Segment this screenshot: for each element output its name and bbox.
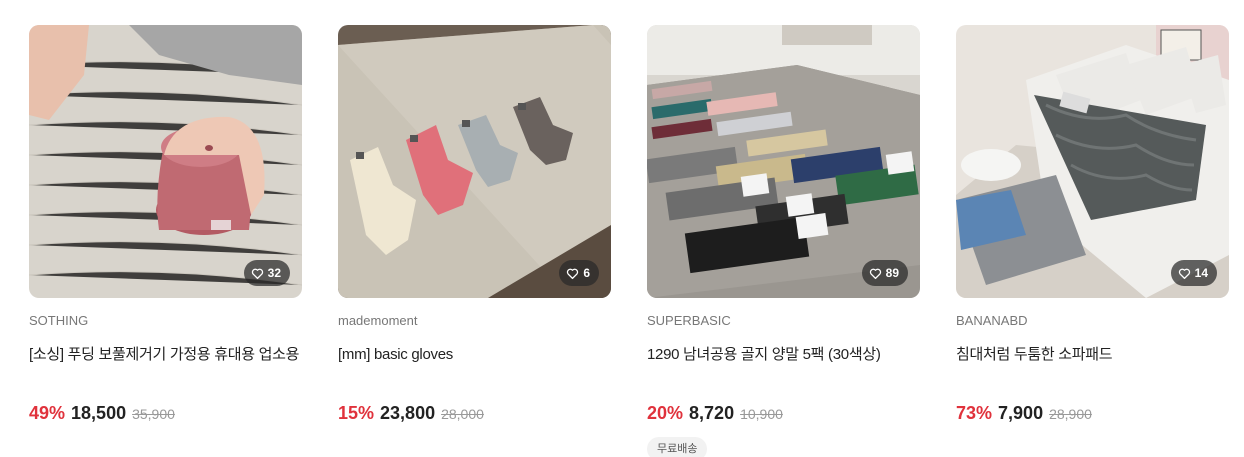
discount-rate: 73% bbox=[956, 403, 993, 423]
product-card[interactable]: 32 SOTHING [소싱] 푸딩 보풀제거기 가정용 휴대용 업소용 49%… bbox=[29, 25, 302, 425]
like-button[interactable]: 6 bbox=[559, 260, 599, 286]
product-image-sofa-pad[interactable]: 14 bbox=[956, 25, 1229, 298]
brand-name[interactable]: mademoment bbox=[338, 313, 611, 329]
heart-outline-icon bbox=[869, 268, 881, 279]
like-button[interactable]: 32 bbox=[243, 260, 290, 286]
product-image-socks[interactable]: 89 bbox=[647, 25, 920, 298]
sale-price: 8,720 bbox=[689, 403, 735, 423]
like-count: 89 bbox=[885, 266, 899, 280]
product-title[interactable]: 1290 남녀공용 골지 양말 5팩 (30색상) bbox=[647, 345, 920, 365]
discount-rate: 15% bbox=[338, 403, 375, 423]
product-image-gloves[interactable]: 6 bbox=[338, 25, 611, 298]
like-button[interactable]: 89 bbox=[861, 260, 908, 286]
brand-name[interactable]: SOTHING bbox=[29, 313, 302, 329]
heart-outline-icon bbox=[251, 268, 263, 279]
like-count: 14 bbox=[1194, 266, 1208, 280]
product-photo bbox=[29, 25, 302, 298]
product-card[interactable]: 6 mademoment [mm] basic gloves 15% 23,80… bbox=[338, 25, 611, 425]
discount-rate: 49% bbox=[29, 403, 66, 423]
product-title[interactable]: [소싱] 푸딩 보풀제거기 가정용 휴대용 업소용 bbox=[29, 345, 302, 365]
free-shipping-badge: 무료배송 bbox=[647, 437, 708, 457]
product-grid: 32 SOTHING [소싱] 푸딩 보풀제거기 가정용 휴대용 업소용 49%… bbox=[0, 0, 1244, 457]
product-photo bbox=[338, 25, 611, 298]
price-row: 49% 18,500 35,900 bbox=[29, 403, 302, 425]
sale-price: 23,800 bbox=[380, 403, 436, 423]
heart-outline-icon bbox=[1178, 268, 1190, 279]
brand-name[interactable]: BANANABD bbox=[956, 313, 1229, 329]
like-count: 6 bbox=[583, 266, 590, 280]
price-row: 73% 7,900 28,900 bbox=[956, 403, 1229, 425]
brand-name[interactable]: SUPERBASIC bbox=[647, 313, 920, 329]
product-title[interactable]: 침대처럼 두툼한 소파패드 bbox=[956, 345, 1229, 365]
price-row: 15% 23,800 28,000 bbox=[338, 403, 611, 425]
like-button[interactable]: 14 bbox=[1170, 260, 1217, 286]
sale-price: 7,900 bbox=[998, 403, 1044, 423]
original-price: 28,000 bbox=[441, 406, 484, 422]
heart-outline-icon bbox=[567, 268, 579, 279]
product-photo bbox=[956, 25, 1229, 298]
like-count: 32 bbox=[267, 266, 281, 280]
sale-price: 18,500 bbox=[71, 403, 127, 423]
original-price: 28,900 bbox=[1049, 406, 1092, 422]
discount-rate: 20% bbox=[647, 403, 684, 423]
product-title[interactable]: [mm] basic gloves bbox=[338, 345, 611, 365]
original-price: 35,900 bbox=[132, 406, 175, 422]
product-card[interactable]: 89 SUPERBASIC 1290 남녀공용 골지 양말 5팩 (30색상) … bbox=[647, 25, 920, 457]
product-photo bbox=[647, 25, 920, 298]
price-row: 20% 8,720 10,900 bbox=[647, 403, 920, 425]
original-price: 10,900 bbox=[740, 406, 783, 422]
product-card[interactable]: 14 BANANABD 침대처럼 두툼한 소파패드 73% 7,900 28,9… bbox=[956, 25, 1229, 425]
product-image-lint-remover[interactable]: 32 bbox=[29, 25, 302, 298]
